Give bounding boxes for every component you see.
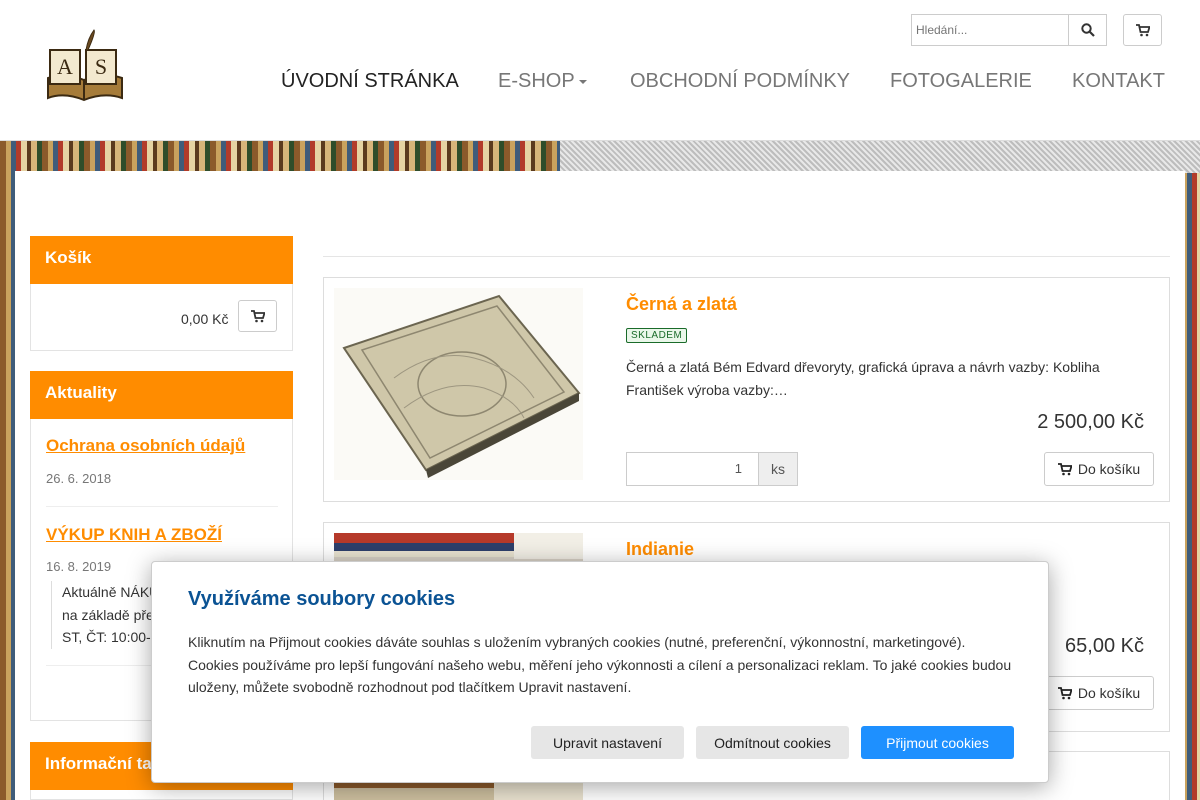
chevron-down-icon xyxy=(578,79,587,84)
news-link-privacy[interactable]: Ochrana osobních údajů xyxy=(46,436,245,456)
cart-icon xyxy=(250,309,265,322)
book-image xyxy=(334,288,583,480)
main-divider xyxy=(323,256,1170,257)
news-link-buyout[interactable]: VÝKUP KNIH A ZBOŽÍ xyxy=(46,525,222,545)
cart-icon xyxy=(1135,23,1150,36)
add-to-cart-label: Do košíku xyxy=(1077,685,1141,701)
news-panel-title: Aktuality xyxy=(30,371,293,419)
nav-eshop-label: E-SHOP xyxy=(498,70,575,92)
cart-button[interactable] xyxy=(238,300,277,332)
product-price: 65,00 Kč xyxy=(1065,635,1144,657)
quantity-input[interactable]: 1 xyxy=(626,452,759,486)
cookie-accept-button[interactable]: Přijmout cookies xyxy=(861,726,1014,759)
add-to-cart-label: Do košíku xyxy=(1077,461,1141,477)
news-date: 26. 6. 2018 xyxy=(46,471,112,486)
background-strip xyxy=(560,141,1200,173)
product-description: Černá a zlatá Bém Edvard dřevoryty, graf… xyxy=(626,359,1100,398)
cookie-consent-dialog: Využíváme soubory cookies Kliknutím na P… xyxy=(151,561,1049,783)
cart-panel-title: Košík xyxy=(30,236,293,284)
product-title[interactable]: Indianie xyxy=(626,539,694,560)
stock-badge: SKLADEM xyxy=(626,328,688,343)
cookie-title: Využíváme soubory cookies xyxy=(188,588,456,610)
cookie-text: Kliknutím na Přijmout cookies dáváte sou… xyxy=(188,634,1012,695)
search-icon xyxy=(1080,23,1095,37)
news-divider xyxy=(46,506,278,507)
cart-icon xyxy=(1057,686,1072,699)
product-price: 2 500,00 Kč xyxy=(1037,411,1144,433)
product-image[interactable] xyxy=(334,288,583,480)
cart-panel: 0,00 Kč xyxy=(30,284,293,351)
nav-home[interactable]: ÚVODNÍ STRÁNKA xyxy=(281,70,459,93)
site-header: A S ÚVODNÍ STRÁNKA E-SHOP OBCHODNÍ PODMÍ… xyxy=(0,0,1200,141)
main-nav: ÚVODNÍ STRÁNKA E-SHOP OBCHODNÍ PODMÍNKY … xyxy=(0,70,1200,94)
news-date: 16. 8. 2019 xyxy=(46,559,112,574)
nav-terms[interactable]: OBCHODNÍ PODMÍNKY xyxy=(630,70,850,93)
cart-total: 0,00 Kč xyxy=(181,311,229,327)
cookie-reject-button[interactable]: Odmítnout cookies xyxy=(696,726,849,759)
nav-contact[interactable]: KONTAKT xyxy=(1072,70,1165,93)
cart-icon xyxy=(1057,462,1072,475)
product-title[interactable]: Černá a zlatá xyxy=(626,294,737,315)
add-to-cart-button[interactable]: Do košíku xyxy=(1044,676,1154,710)
nav-eshop[interactable]: E-SHOP xyxy=(498,70,587,93)
cookie-settings-button[interactable]: Upravit nastavení xyxy=(531,726,684,759)
header-cart-button[interactable] xyxy=(1123,14,1162,46)
search-input[interactable] xyxy=(911,14,1069,46)
search-button[interactable] xyxy=(1068,14,1107,46)
product-card: Černá a zlatá SKLADEM Černá a zlatá Bém … xyxy=(323,277,1170,502)
nav-gallery[interactable]: FOTOGALERIE xyxy=(890,70,1032,93)
info-panel xyxy=(30,790,293,800)
add-to-cart-button[interactable]: Do košíku xyxy=(1044,452,1154,486)
quantity-unit: ks xyxy=(758,452,798,486)
